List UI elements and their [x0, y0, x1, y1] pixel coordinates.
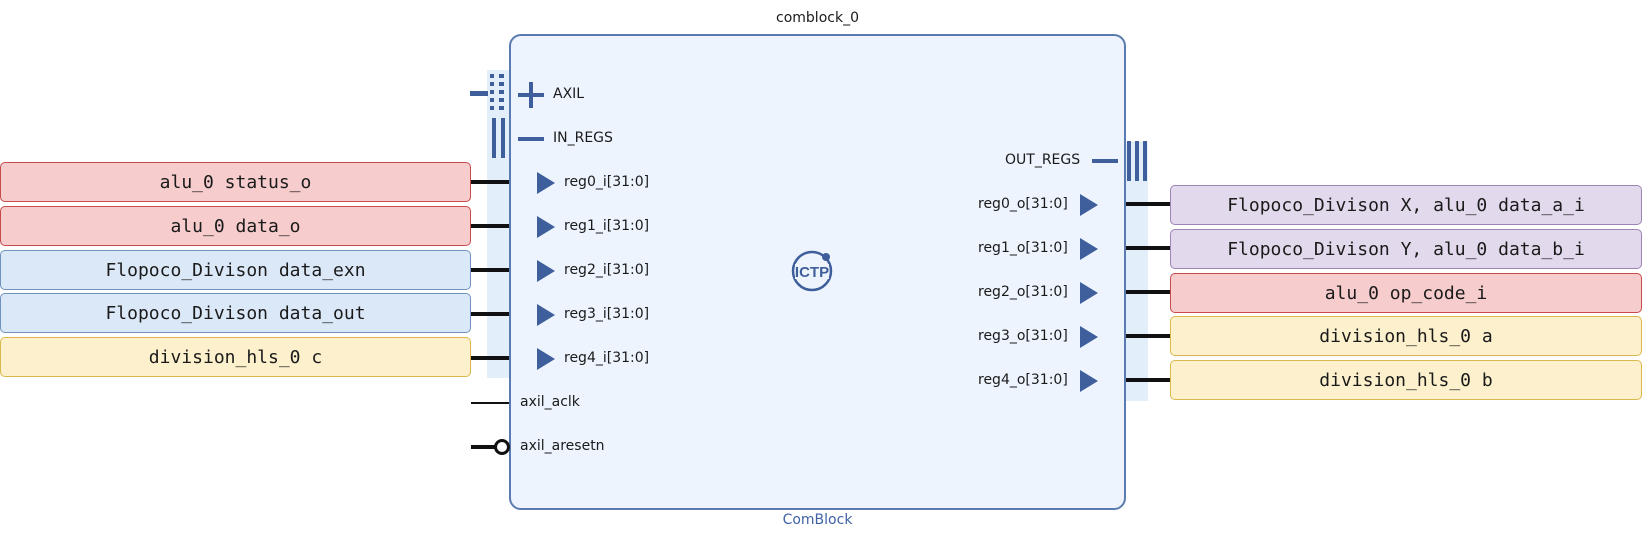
net-label-alu0-status-o[interactable]: alu_0 status_o [0, 162, 471, 202]
input-arrow-icon [537, 260, 555, 282]
input-port-reg0[interactable]: reg0_i[31:0] [564, 174, 649, 190]
axil-bus-dots [490, 74, 504, 114]
net-label-flopoco-y-alu0-data-b[interactable]: Flopoco_Divison Y, alu_0 data_b_i [1170, 229, 1642, 269]
output-arrow-icon [1080, 194, 1098, 216]
net-label-alu0-data-o[interactable]: alu_0 data_o [0, 206, 471, 246]
out-regs-interface-label[interactable]: OUT_REGS [1005, 152, 1080, 168]
output-port-reg4[interactable]: reg4_o[31:0] [978, 372, 1068, 388]
input-port-reg1[interactable]: reg1_i[31:0] [564, 218, 649, 234]
output-port-reg3[interactable]: reg3_o[31:0] [978, 328, 1068, 344]
ictp-logo-icon: ICTP [791, 250, 833, 292]
output-port-reg1[interactable]: reg1_o[31:0] [978, 240, 1068, 256]
input-arrow-icon [537, 304, 555, 326]
input-port-reg3[interactable]: reg3_i[31:0] [564, 306, 649, 322]
input-wire-0 [471, 180, 509, 184]
output-wire-2 [1126, 290, 1170, 294]
output-arrow-icon [1080, 282, 1098, 304]
output-arrow-icon [1080, 238, 1098, 260]
in-regs-bus-lines [492, 118, 505, 158]
clock-port[interactable]: axil_aclk [520, 394, 580, 410]
reset-port[interactable]: axil_aresetn [520, 438, 605, 454]
input-arrow-icon [537, 172, 555, 194]
net-label-flopoco-data-out[interactable]: Flopoco_Divison data_out [0, 293, 471, 333]
output-port-reg0[interactable]: reg0_o[31:0] [978, 196, 1068, 212]
output-wire-4 [1126, 378, 1170, 382]
block-instance-name: comblock_0 [776, 10, 859, 26]
block-ip-name: ComBlock [782, 512, 853, 528]
axil-interface-label[interactable]: AXIL [553, 86, 584, 102]
net-label-flopoco-x-alu0-data-a[interactable]: Flopoco_Divison X, alu_0 data_a_i [1170, 185, 1642, 225]
out-regs-collapse-icon[interactable] [1092, 158, 1118, 164]
input-port-reg2[interactable]: reg2_i[31:0] [564, 262, 649, 278]
net-label-division-hls0-b[interactable]: division_hls_0 b [1170, 360, 1642, 400]
output-wire-3 [1126, 334, 1170, 338]
clock-wire [471, 402, 509, 404]
reset-wire [471, 445, 495, 449]
output-wire-1 [1126, 246, 1170, 250]
output-arrow-icon [1080, 370, 1098, 392]
input-arrow-icon [537, 348, 555, 370]
output-arrow-icon [1080, 326, 1098, 348]
net-label-division-hls0-a[interactable]: division_hls_0 a [1170, 316, 1642, 356]
input-wire-2 [471, 268, 509, 272]
axil-expand-icon[interactable] [518, 82, 544, 108]
axil-bus-stub [470, 91, 488, 96]
net-label-flopoco-data-exn[interactable]: Flopoco_Divison data_exn [0, 250, 471, 290]
net-label-division-hls0-c[interactable]: division_hls_0 c [0, 337, 471, 377]
net-label-alu0-op-code-i[interactable]: alu_0 op_code_i [1170, 273, 1642, 313]
logo-text: ICTP [795, 264, 829, 281]
in-regs-interface-label[interactable]: IN_REGS [553, 130, 613, 146]
reset-active-low-bubble-icon [494, 439, 510, 455]
in-regs-collapse-icon[interactable] [518, 136, 544, 142]
input-wire-4 [471, 356, 509, 360]
input-wire-3 [471, 312, 509, 316]
output-wire-0 [1126, 202, 1170, 206]
output-port-reg2[interactable]: reg2_o[31:0] [978, 284, 1068, 300]
input-wire-1 [471, 224, 509, 228]
out-regs-bus-lines [1127, 141, 1147, 181]
input-port-reg4[interactable]: reg4_i[31:0] [564, 350, 649, 366]
input-arrow-icon [537, 216, 555, 238]
